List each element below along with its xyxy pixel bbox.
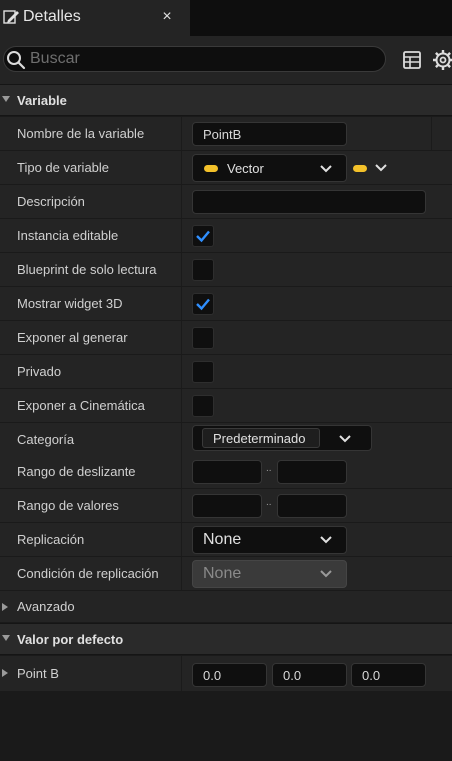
- label-variable-name: Nombre de la variable: [17, 126, 145, 141]
- chevron-down-icon: [320, 165, 332, 173]
- pencil-icon: [3, 10, 19, 24]
- replication-condition-dropdown: None: [192, 560, 347, 588]
- label-variable-type: Tipo de variable: [17, 160, 110, 175]
- label-value-range: Rango de valores: [17, 498, 119, 513]
- row-expose-to-cinematics: Exponer a Cinemática: [0, 389, 452, 423]
- section-default-value-title: Valor por defecto: [17, 632, 124, 647]
- row-show-3d-widget: Mostrar widget 3D: [0, 287, 452, 321]
- close-icon[interactable]: ×: [160, 7, 174, 27]
- value-range-min[interactable]: [192, 494, 262, 518]
- row-private: Privado: [0, 355, 452, 389]
- caret-down-icon: [2, 96, 10, 102]
- section-variable[interactable]: Variable: [0, 84, 452, 116]
- label-description: Descripción: [17, 194, 85, 209]
- value-range-max[interactable]: [277, 494, 347, 518]
- point-b-x-input[interactable]: [193, 664, 266, 686]
- row-point-b: Point B: [0, 656, 452, 692]
- replication-value: None: [203, 531, 242, 548]
- caret-right-icon: [2, 603, 8, 611]
- empty-panel-area: [0, 692, 452, 761]
- row-advanced[interactable]: Avanzado: [0, 591, 452, 623]
- value-range-min-input[interactable]: [193, 495, 261, 517]
- replication-dropdown[interactable]: None: [192, 526, 347, 554]
- label-category: Categoría: [17, 432, 75, 447]
- variable-name-field[interactable]: [192, 122, 347, 146]
- label-slider-range: Rango de deslizante: [17, 464, 136, 479]
- slider-range-min[interactable]: [192, 460, 262, 484]
- variable-type-value: Vector: [227, 161, 264, 176]
- description-input[interactable]: [193, 191, 425, 213]
- table-icon[interactable]: [403, 51, 421, 69]
- blueprint-read-only-checkbox[interactable]: [192, 259, 214, 281]
- row-description: Descripción: [0, 185, 452, 219]
- expose-on-spawn-checkbox[interactable]: [192, 327, 214, 349]
- row-slider-range: Rango de deslizante ..: [0, 455, 452, 489]
- slider-range-max-input[interactable]: [278, 461, 346, 483]
- caret-down-icon: [2, 635, 10, 641]
- chevron-down-icon: [339, 435, 351, 443]
- point-b-z-input[interactable]: [352, 664, 425, 686]
- label-point-b: Point B: [17, 666, 59, 681]
- category-dropdown[interactable]: Predeterminado: [192, 425, 372, 451]
- description-field[interactable]: [192, 190, 426, 214]
- search-icon: [7, 51, 26, 70]
- label-advanced: Avanzado: [17, 599, 75, 614]
- instance-editable-checkbox[interactable]: [192, 225, 214, 247]
- show-3d-widget-checkbox[interactable]: [192, 293, 214, 315]
- point-b-y[interactable]: [272, 663, 347, 687]
- expose-to-cinematics-checkbox[interactable]: [192, 395, 214, 417]
- row-variable-type: Tipo de variable Vector: [0, 151, 452, 185]
- caret-right-icon[interactable]: [2, 669, 8, 677]
- label-blueprint-read-only: Blueprint de solo lectura: [17, 262, 157, 277]
- label-show-3d-widget: Mostrar widget 3D: [17, 296, 123, 311]
- row-blueprint-read-only: Blueprint de solo lectura: [0, 253, 452, 287]
- label-expose-on-spawn: Exponer al generar: [17, 330, 128, 345]
- container-type-pill[interactable]: [353, 165, 367, 172]
- search-input[interactable]: [30, 48, 370, 70]
- row-replication: Replicación None: [0, 523, 452, 557]
- chevron-down-icon[interactable]: [374, 163, 388, 173]
- replication-condition-value: None: [203, 565, 242, 582]
- row-replication-condition: Condición de replicación None: [0, 557, 452, 591]
- range-separator: ..: [266, 463, 272, 474]
- range-separator: ..: [266, 497, 272, 508]
- label-replication-condition: Condición de replicación: [17, 566, 159, 581]
- gear-icon[interactable]: [432, 49, 452, 71]
- row-category: Categoría Predeterminado: [0, 423, 452, 457]
- slider-range-min-input[interactable]: [193, 461, 261, 483]
- row-value-range: Rango de valores ..: [0, 489, 452, 523]
- tab-title: Detalles: [23, 8, 81, 25]
- point-b-x[interactable]: [192, 663, 267, 687]
- type-color-pill: [204, 165, 218, 172]
- private-checkbox[interactable]: [192, 361, 214, 383]
- label-instance-editable: Instancia editable: [17, 228, 119, 243]
- label-expose-to-cinematics: Exponer a Cinemática: [17, 398, 145, 413]
- row-instance-editable: Instancia editable: [0, 219, 452, 253]
- chevron-down-icon: [320, 570, 332, 578]
- value-range-max-input[interactable]: [278, 495, 346, 517]
- variable-name-input[interactable]: [193, 123, 346, 145]
- chevron-down-icon: [320, 536, 332, 544]
- section-variable-title: Variable: [17, 93, 67, 108]
- point-b-y-input[interactable]: [273, 664, 346, 686]
- variable-type-dropdown[interactable]: Vector: [192, 154, 347, 182]
- category-value: Predeterminado: [213, 431, 306, 446]
- row-expose-on-spawn: Exponer al generar: [0, 321, 452, 355]
- section-default-value[interactable]: Valor por defecto: [0, 623, 452, 655]
- checkmark-icon: [196, 298, 210, 311]
- slider-range-max[interactable]: [277, 460, 347, 484]
- row-variable-name: Nombre de la variable: [0, 117, 452, 151]
- category-text-box[interactable]: Predeterminado: [202, 428, 320, 448]
- label-replication: Replicación: [17, 532, 85, 547]
- label-private: Privado: [17, 364, 62, 379]
- point-b-z[interactable]: [351, 663, 426, 687]
- checkmark-icon: [196, 230, 210, 243]
